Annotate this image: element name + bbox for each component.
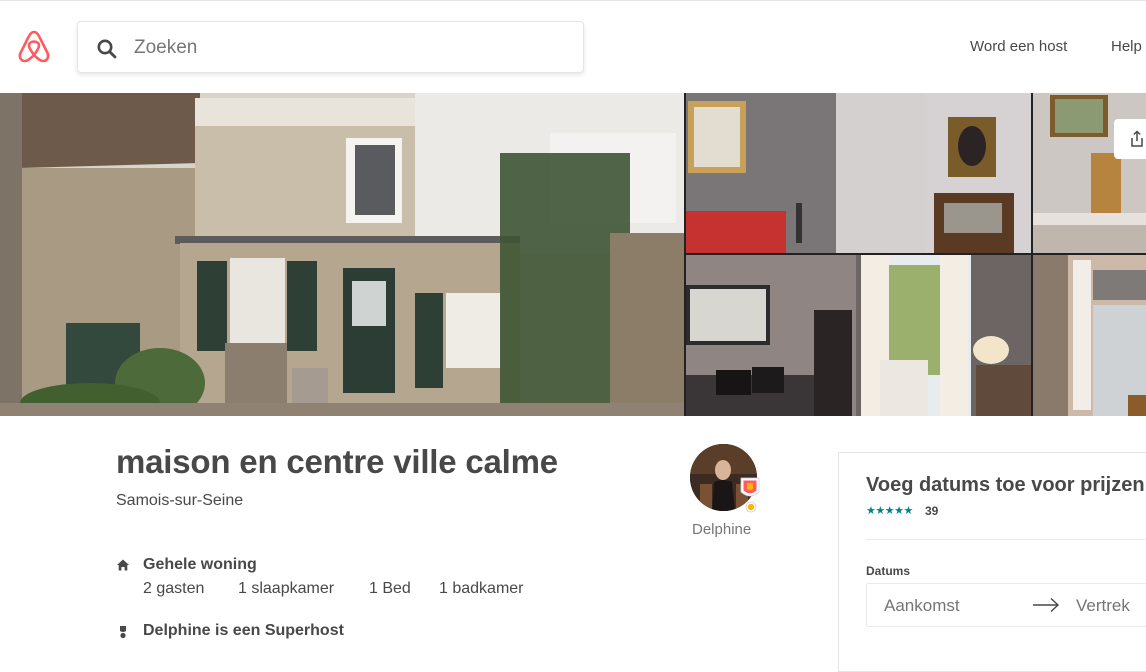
beds-count: 1 Bed [369,580,411,597]
listing-photo-living-detail[interactable] [1033,93,1146,253]
rating-stars[interactable]: ★★★★★ [866,504,913,517]
checkin-field[interactable]: Aankomst [884,596,960,616]
booking-panel: Voeg datums toe voor prijzen ★★★★★ 39 Da… [838,452,1146,672]
listing-photo-living-room[interactable] [686,255,1031,416]
guests-count: 2 gasten [143,580,205,597]
bathrooms-count: 1 badkamer [439,580,524,597]
listing-location[interactable]: Samois-sur-Seine [116,492,243,510]
review-count[interactable]: 39 [925,504,938,518]
superhost-icon [116,625,130,639]
property-type: Gehele woning [143,556,257,573]
listing-title: maison en centre ville calme [116,443,558,480]
search-icon [96,38,118,60]
checkout-field[interactable]: Vertrek [1076,596,1130,616]
search-input[interactable] [134,35,564,61]
superhost-badge-icon [739,474,761,514]
arrow-right-icon [1032,596,1060,614]
bedrooms-count: 1 slaapkamer [238,580,335,597]
top-navigation-bar: Word een host Help [0,0,1146,92]
booking-divider [866,539,1146,540]
booking-title: Voeg datums toe voor prijzen [866,474,1145,496]
date-range-picker[interactable]: Aankomst Vertrek [866,583,1146,627]
share-icon [1129,130,1145,148]
airbnb-logo[interactable] [16,29,52,65]
superhost-label: Delphine is een Superhost [143,622,344,639]
search-bar[interactable] [77,21,584,73]
listing-photo-exterior[interactable] [0,93,684,416]
listing-photo-kitchen[interactable] [1033,255,1146,416]
host-name[interactable]: Delphine [692,521,751,538]
photo-gallery [0,93,1146,416]
dates-label: Datums [866,564,911,578]
home-icon [116,558,130,572]
help-link[interactable]: Help [1111,38,1142,55]
listing-photo-bedroom[interactable] [686,93,1031,253]
share-button[interactable] [1114,119,1146,159]
become-host-link[interactable]: Word een host [970,38,1067,55]
